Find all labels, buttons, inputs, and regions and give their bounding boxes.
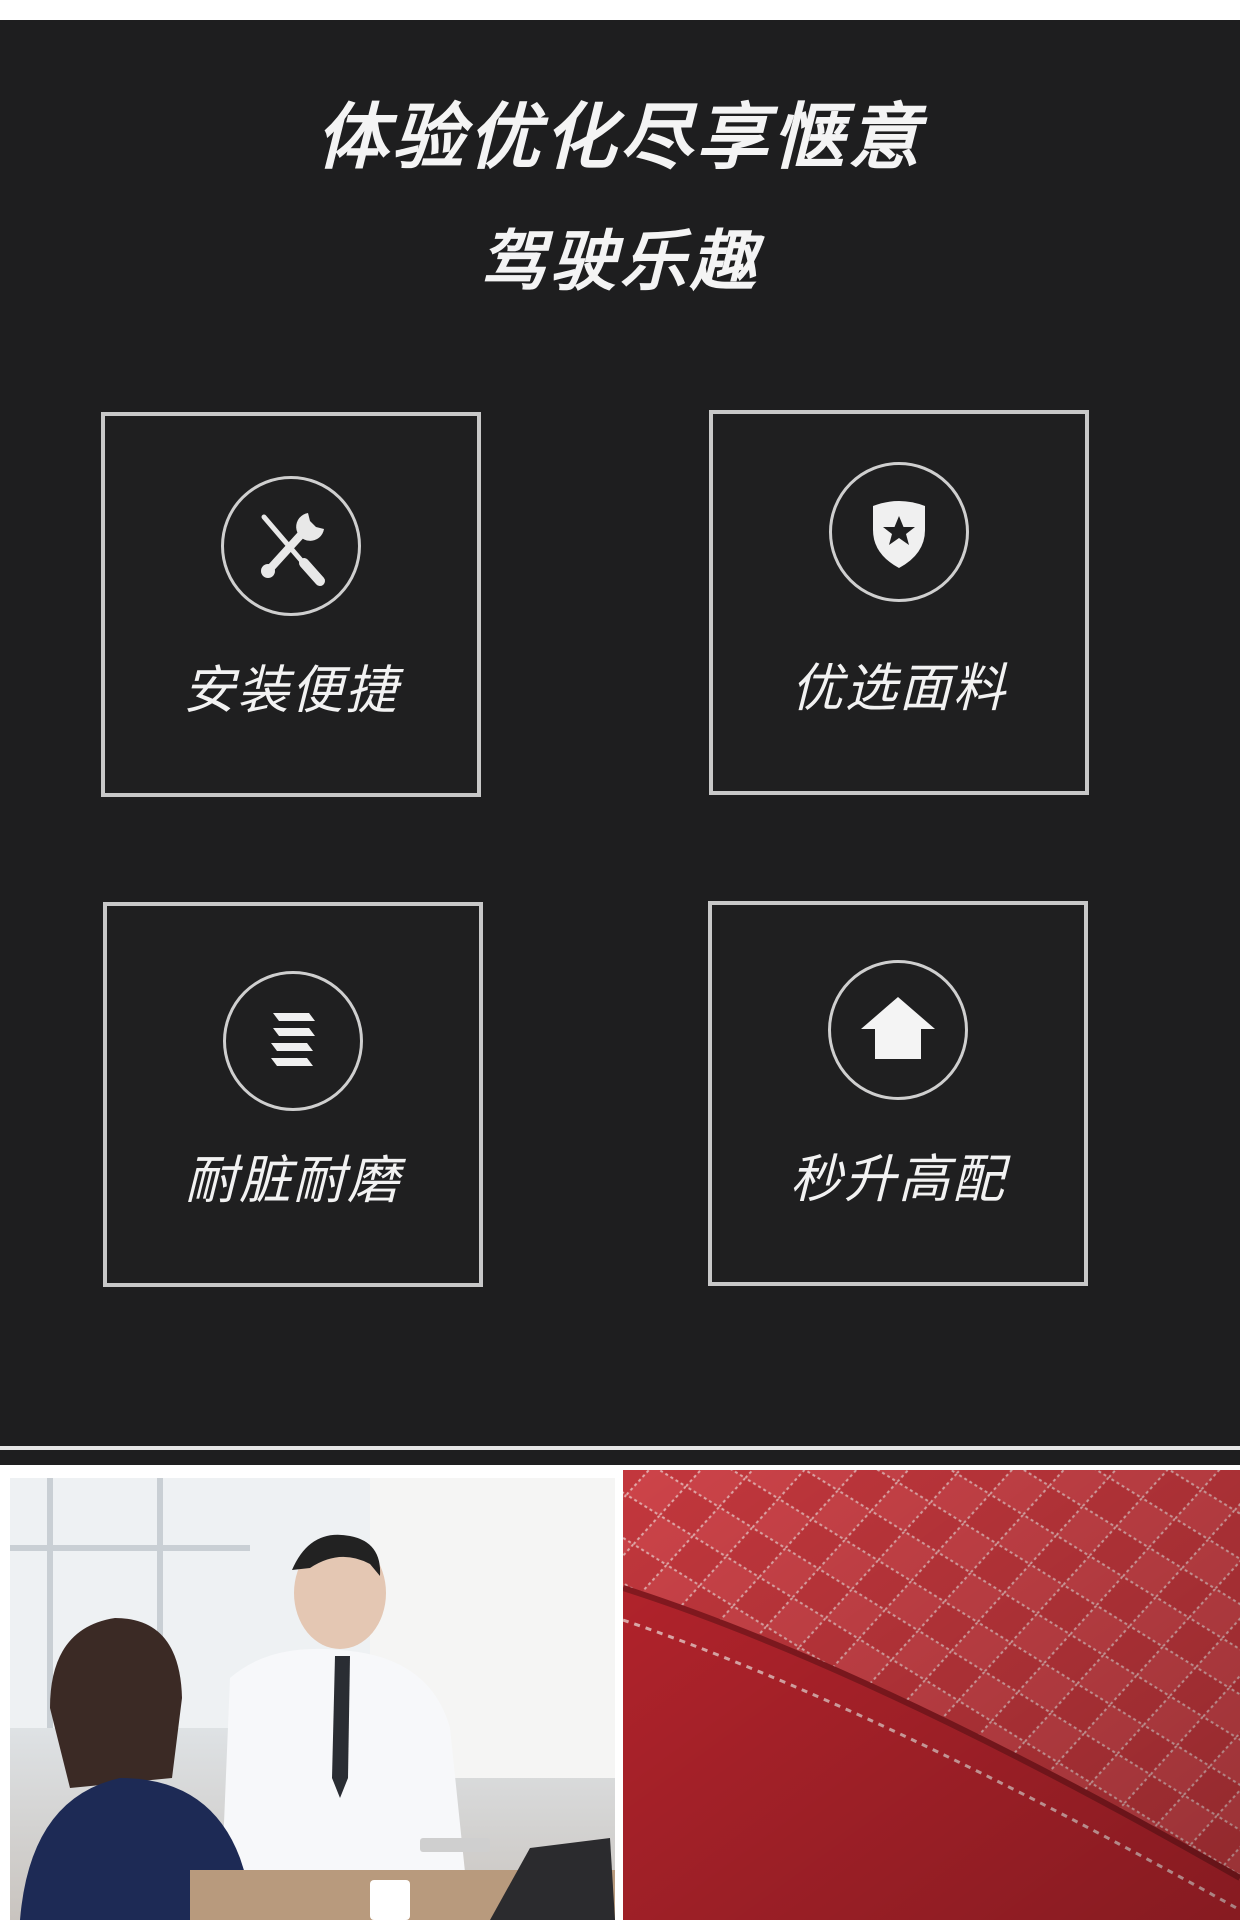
shield-star-icon (829, 462, 969, 602)
feature-label: 耐脏耐磨 (184, 1151, 401, 1211)
feature-label: 秒升高配 (789, 1150, 1006, 1210)
subheadline: 驾驶乐趣 (480, 223, 760, 300)
section-divider (0, 1446, 1240, 1450)
feature-card-instant-upgrade: 秒升高配 (708, 901, 1088, 1286)
feature-label: 优选面料 (790, 659, 1007, 719)
headline: 体验优化尽享惬意 (315, 95, 924, 179)
feature-label: 安装便捷 (182, 661, 399, 721)
house-up-icon (828, 960, 968, 1100)
red-quilted-leather-photo (623, 1470, 1240, 1920)
feature-card-easy-install: 安装便捷 (101, 412, 481, 797)
wrench-screwdriver-icon (221, 476, 361, 616)
feature-panel: 体验优化尽享惬意 驾驶乐趣 安装便捷 优选面料 耐脏耐磨 秒升高配 (0, 20, 1240, 1465)
feature-card-stain-resistant: 耐脏耐磨 (103, 902, 483, 1287)
office-meeting-photo (10, 1478, 615, 1920)
layers-icon (223, 971, 363, 1111)
feature-card-premium-fabric: 优选面料 (709, 410, 1089, 795)
